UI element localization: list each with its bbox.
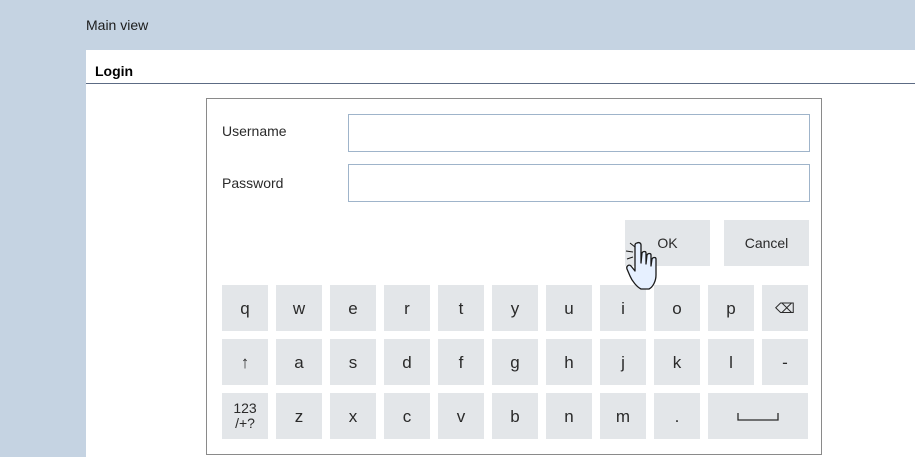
key-d[interactable]: d [384,339,430,385]
cancel-button[interactable]: Cancel [724,220,809,266]
key-t[interactable]: t [438,285,484,331]
username-field[interactable] [348,114,810,152]
key-j[interactable]: j [600,339,646,385]
login-dialog: Username Password OK Cancel q w e r t y … [206,98,822,455]
key-h[interactable]: h [546,339,592,385]
backspace-icon: ⌫ [775,299,795,316]
key-z[interactable]: z [276,393,322,439]
key-e[interactable]: e [330,285,376,331]
key-period[interactable]: . [654,393,700,439]
password-label: Password [222,175,284,191]
key-c[interactable]: c [384,393,430,439]
password-field[interactable] [348,164,810,202]
key-g[interactable]: g [492,339,538,385]
key-v[interactable]: v [438,393,484,439]
space-key[interactable] [708,393,808,439]
key-q[interactable]: q [222,285,268,331]
shift-arrow-icon: ↑ [240,352,250,372]
key-u[interactable]: u [546,285,592,331]
key-s[interactable]: s [330,339,376,385]
panel-title: Login [95,63,134,79]
key-b[interactable]: b [492,393,538,439]
key-w[interactable]: w [276,285,322,331]
key-hyphen[interactable]: - [762,339,808,385]
hand-pointer-icon [625,241,657,290]
key-f[interactable]: f [438,339,484,385]
main-view-title: Main view [86,17,149,33]
key-p[interactable]: p [708,285,754,331]
shift-key[interactable]: ↑ [222,339,268,385]
login-panel: Login Username Password OK Cancel q w e … [86,50,915,457]
key-m[interactable]: m [600,393,646,439]
backspace-key[interactable]: ⌫ [762,285,808,331]
space-bar-icon [737,413,779,421]
key-x[interactable]: x [330,393,376,439]
key-a[interactable]: a [276,339,322,385]
key-k[interactable]: k [654,339,700,385]
divider [86,83,915,84]
numeric-toggle-key[interactable]: 123 /+? [222,393,268,439]
key-l[interactable]: l [708,339,754,385]
key-y[interactable]: y [492,285,538,331]
key-n[interactable]: n [546,393,592,439]
username-label: Username [222,123,287,139]
key-r[interactable]: r [384,285,430,331]
